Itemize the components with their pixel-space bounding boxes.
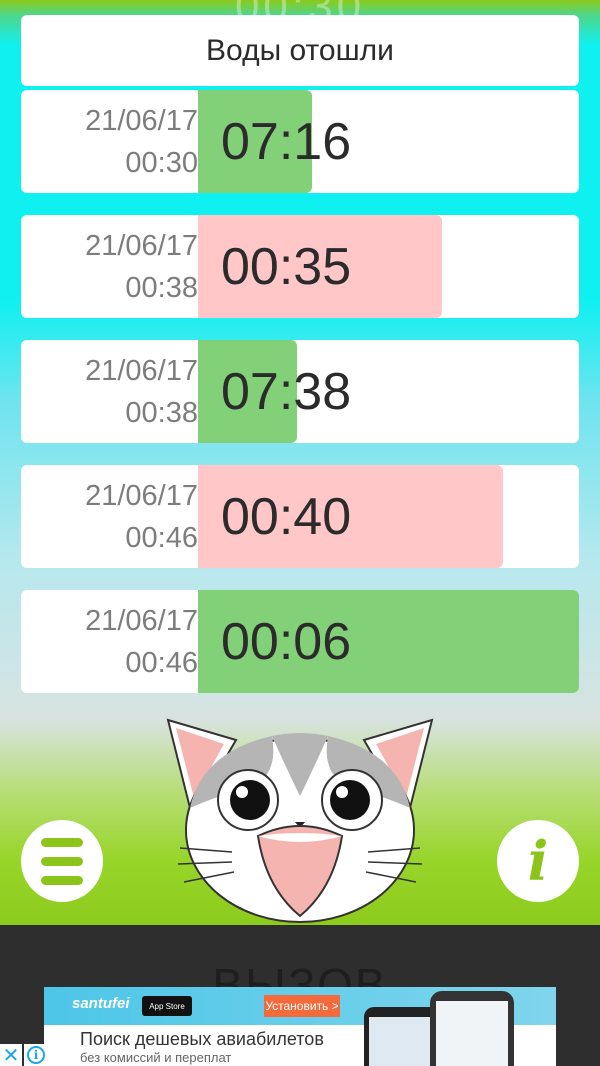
record-date: 21/06/17 xyxy=(85,355,198,387)
record-date: 21/06/17 xyxy=(85,105,198,137)
info-icon: i xyxy=(527,829,549,893)
record-duration: 00:40 xyxy=(221,487,352,546)
app-screen: 00:30 Воды отошли 21/06/1700:3007:1621/0… xyxy=(0,0,600,925)
record-duration: 07:38 xyxy=(221,362,352,421)
record-duration: 00:35 xyxy=(221,237,352,296)
record-timestamp: 21/06/17 00:46 xyxy=(21,465,198,568)
record-time: 00:38 xyxy=(125,272,198,304)
record-row[interactable]: 21/06/17 00:30 07:16 xyxy=(21,90,579,193)
record-timestamp: 21/06/17 00:38 xyxy=(21,215,198,318)
info-button[interactable]: i xyxy=(497,820,579,902)
record-row[interactable]: 21/06/17 00:46 00:40 xyxy=(21,465,579,568)
record-duration: 07:16 xyxy=(221,112,352,171)
cat-face-icon xyxy=(166,718,434,923)
ad-info-icon[interactable]: i xyxy=(24,1044,48,1066)
record-time: 00:30 xyxy=(125,147,198,179)
ad-headline: Поиск дешевых авиабилетов xyxy=(80,1029,324,1049)
hamburger-icon xyxy=(41,837,83,885)
record-timestamp: 21/06/17 00:38 xyxy=(21,340,198,443)
record-row[interactable]: 21/06/17 00:38 07:38 xyxy=(21,340,579,443)
menu-button[interactable] xyxy=(21,820,103,902)
record-time: 00:38 xyxy=(125,397,198,429)
record-row[interactable]: 21/06/17 00:46 00:06 xyxy=(21,590,579,693)
water-broke-button[interactable]: Воды отошли xyxy=(21,15,579,86)
ad-info-glyph: i xyxy=(27,1046,45,1064)
record-date: 21/06/17 xyxy=(85,605,198,637)
record-date: 21/06/17 xyxy=(85,480,198,512)
record-row[interactable]: 21/06/17 00:38 00:35 xyxy=(21,215,579,318)
ad-brand-logo: santufei xyxy=(72,995,130,1012)
record-timestamp: 21/06/17 00:30 xyxy=(21,90,198,193)
record-duration: 00:06 xyxy=(221,612,352,671)
ad-banner[interactable]: santufei App Store Установить > Поиск де… xyxy=(44,987,556,1066)
ad-install-button[interactable]: Установить > xyxy=(264,995,340,1017)
app-store-badge: App Store xyxy=(142,996,192,1016)
record-timestamp: 21/06/17 00:46 xyxy=(21,590,198,693)
record-time: 00:46 xyxy=(125,522,198,554)
ad-subline: без комиссий и переплат xyxy=(80,1050,232,1065)
record-time: 00:46 xyxy=(125,647,198,679)
record-date: 21/06/17 xyxy=(85,230,198,262)
ad-close-icon[interactable]: ✕ xyxy=(0,1044,22,1066)
ad-phone-image xyxy=(430,991,514,1066)
